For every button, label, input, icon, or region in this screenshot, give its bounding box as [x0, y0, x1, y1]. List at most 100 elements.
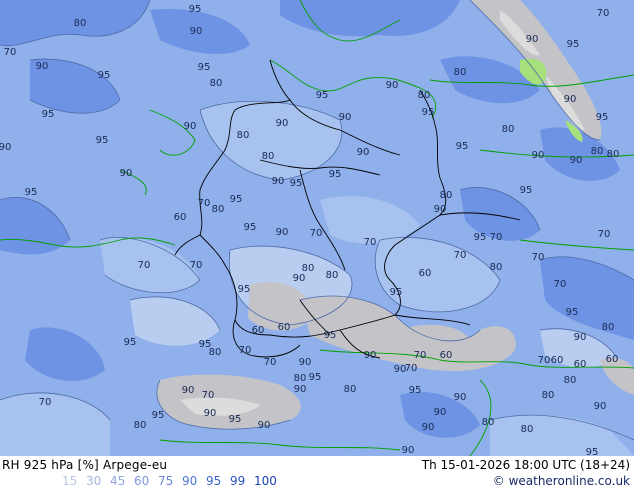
contour-label: 80 — [418, 90, 431, 101]
contour-label: 90 — [570, 155, 583, 166]
contour-label: 80 — [210, 78, 223, 89]
contour-label: 80 — [302, 263, 315, 274]
contour-label: 80 — [212, 204, 225, 215]
contour-label: 90 — [36, 61, 49, 72]
contour-label: 90 — [594, 401, 607, 412]
legend-value: 95 — [206, 474, 222, 488]
contour-label: 70 — [239, 345, 252, 356]
contour-label: 90 — [364, 350, 377, 361]
contour-label: 80 — [482, 417, 495, 428]
contour-label: 70 — [364, 237, 377, 248]
contour-label: 60 — [440, 350, 453, 361]
legend-value: 60 — [134, 474, 150, 488]
contour-label: 60 — [419, 268, 432, 279]
contour-label: 90 — [204, 408, 217, 419]
contour-label: 90 — [272, 176, 285, 187]
contour-label: 70 — [532, 252, 545, 263]
legend-value: 100 — [254, 474, 277, 488]
contour-label: 90 — [434, 407, 447, 418]
contour-label: 90 — [454, 392, 467, 403]
color-legend: 15 30 45 60 75 90 95 99 100 — [62, 474, 278, 488]
contour-label: 80 — [502, 124, 515, 135]
contour-label: 90 — [564, 94, 577, 105]
contour-label: 90 — [402, 445, 415, 456]
contour-label: 70 — [490, 232, 503, 243]
contour-label: 80 — [521, 424, 534, 435]
contour-label: 90 — [0, 142, 11, 153]
contour-label: 95 — [316, 90, 329, 101]
contour-label: 90 — [434, 204, 447, 215]
contour-label: 80 — [326, 270, 339, 281]
contour-label: 80 — [74, 18, 87, 29]
contour-label: 95 — [199, 339, 212, 350]
map-canvas: 9580907090 959580959095959090959095959090… — [0, 0, 634, 456]
contour-label: 60 — [574, 359, 587, 370]
contour-label: 70 — [264, 357, 277, 368]
legend-value: 30 — [86, 474, 102, 488]
contour-label: 90 — [293, 273, 306, 284]
contour-label: 60 — [252, 325, 265, 336]
contour-label: 95 — [96, 135, 109, 146]
contour-label: 90 — [574, 332, 587, 343]
contour-label: 80 — [490, 262, 503, 273]
contour-label: 80 — [262, 151, 275, 162]
contour-label: 80 — [454, 67, 467, 78]
contour-label: 95 — [42, 109, 55, 120]
legend-value: 90 — [182, 474, 198, 488]
contour-label: 60 — [551, 355, 564, 366]
contour-label: 95 — [238, 284, 251, 295]
contour-label: 95 — [422, 107, 435, 118]
contour-label: 95 — [596, 112, 609, 123]
contour-label: 90 — [386, 80, 399, 91]
contour-label: 95 — [567, 39, 580, 50]
contour-label: 90 — [532, 150, 545, 161]
contour-label: 90 — [299, 357, 312, 368]
contour-label: 95 — [456, 141, 469, 152]
contour-label: 95 — [390, 287, 403, 298]
contour-label: 95 — [152, 410, 165, 421]
contour-label: 90 — [276, 227, 289, 238]
contour-label: 80 — [564, 375, 577, 386]
contour-label: 70 — [190, 260, 203, 271]
contour-label: 70 — [538, 355, 551, 366]
legend-value: 15 — [62, 474, 78, 488]
contour-label: 95 — [309, 372, 322, 383]
contour-label: 90 — [120, 168, 133, 179]
contour-label: 95 — [124, 337, 137, 348]
contour-label: 80 — [294, 373, 307, 384]
contour-label: 60 — [174, 212, 187, 223]
variable-label: RH 925 hPa [%] Arpege-eu — [2, 458, 168, 472]
contour-label: 90 — [357, 147, 370, 158]
contour-label: 95 — [229, 414, 242, 425]
legend-value: 45 — [110, 474, 126, 488]
contour-label: 70 — [554, 279, 567, 290]
contour-label: 90 — [184, 121, 197, 132]
contour-label: 80 — [542, 390, 555, 401]
contour-label: 90 — [182, 385, 195, 396]
contour-label: 90 — [394, 364, 407, 375]
weather-map: 95 80 90 70 90 95 95 80 95 90 95 95 90 90 95 90 95 95 90 90… — [0, 0, 634, 456]
contour-label: 95 — [290, 178, 303, 189]
contour-label: 70 — [405, 363, 418, 374]
contour-label: 90 — [526, 34, 539, 45]
contour-label: 80 — [607, 149, 620, 160]
contour-label: 70 — [202, 390, 215, 401]
contour-label: 90 — [258, 420, 271, 431]
contour-label: 90 — [276, 118, 289, 129]
contour-label: 70 — [4, 47, 17, 58]
contour-label: 70 — [597, 8, 610, 19]
valid-time: Th 15-01-2026 18:00 UTC (18+24) — [421, 458, 630, 472]
contour-label: 95 — [198, 62, 211, 73]
contour-label: 95 — [25, 187, 38, 198]
contour-label: 90 — [294, 384, 307, 395]
contour-label: 95 — [329, 169, 342, 180]
contour-label: 90 — [190, 26, 203, 37]
contour-label: 80 — [602, 322, 615, 333]
contour-label: 80 — [237, 130, 250, 141]
contour-label: 80 — [344, 384, 357, 395]
contour-label: 70 — [414, 350, 427, 361]
credit-link[interactable]: © weatheronline.co.uk — [493, 474, 630, 488]
contour-label: 70 — [310, 228, 323, 239]
contour-label: 90 — [339, 112, 352, 123]
contour-label: 95 — [520, 185, 533, 196]
